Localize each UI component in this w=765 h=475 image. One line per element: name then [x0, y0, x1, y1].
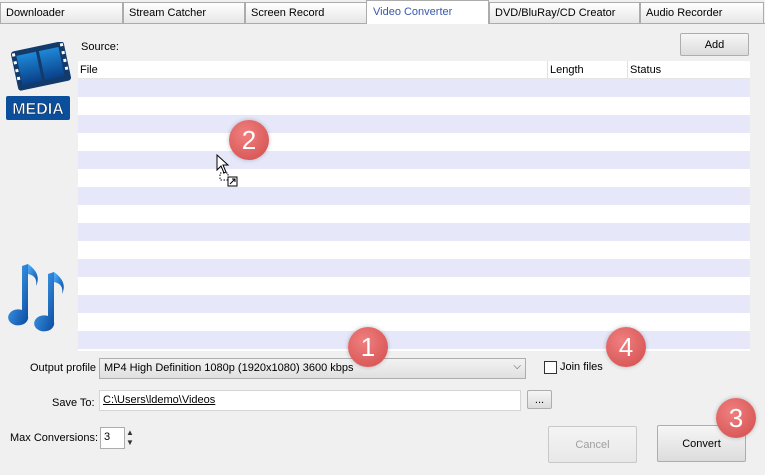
save-to-path-field[interactable]: C:\Users\ldemo\Videos: [99, 390, 521, 411]
max-conversions-label: Max Conversions:: [10, 432, 99, 444]
file-list-header: File Length Status: [78, 61, 750, 79]
output-profile-label: Output profile: [30, 362, 97, 374]
tab-screen-record[interactable]: Screen Record: [245, 2, 367, 23]
tab-label: Downloader: [6, 7, 65, 19]
output-profile-select[interactable]: MP4 High Definition 1080p (1920x1080) 36…: [99, 358, 526, 379]
source-file-list[interactable]: File Length Status: [78, 61, 750, 351]
tab-audio-recorder[interactable]: Audio Recorder: [640, 2, 764, 23]
column-file[interactable]: File: [78, 61, 548, 79]
list-item: [78, 79, 750, 97]
output-profile-value: MP4 High Definition 1080p (1920x1080) 36…: [104, 362, 354, 374]
list-item: [78, 223, 750, 241]
chevron-down-icon: ⌵: [513, 361, 521, 372]
list-item: [78, 313, 750, 331]
tab-label: Audio Recorder: [646, 7, 723, 19]
add-button[interactable]: Add: [680, 33, 749, 56]
list-item: [78, 205, 750, 223]
join-files-label[interactable]: Join files: [560, 361, 603, 373]
join-files-checkbox[interactable]: [544, 361, 557, 374]
tab-stream-catcher[interactable]: Stream Catcher: [123, 2, 245, 23]
list-item: [78, 331, 750, 349]
step-badge-3: 3: [716, 398, 756, 438]
tab-label: Screen Record: [251, 7, 325, 19]
list-item: [78, 133, 750, 151]
list-item: [78, 277, 750, 295]
step-badge-1: 1: [348, 327, 388, 367]
media-logo-icon: MEDIA: [4, 41, 72, 126]
list-item: [78, 295, 750, 313]
music-notes-icon: [2, 256, 74, 336]
list-item: [78, 187, 750, 205]
column-length[interactable]: Length: [548, 61, 628, 79]
drag-copy-cursor-icon: [216, 153, 238, 188]
step-badge-2: 2: [229, 120, 269, 160]
list-item: [78, 151, 750, 169]
list-item: [78, 169, 750, 187]
source-label: Source:: [81, 41, 119, 53]
file-list-rows: [78, 79, 750, 349]
chevron-down-icon[interactable]: ▼: [126, 438, 136, 448]
tab-label: Stream Catcher: [129, 7, 207, 19]
list-item: [78, 259, 750, 277]
list-item: [78, 241, 750, 259]
max-conversions-stepper[interactable]: ▲ ▼: [126, 428, 136, 450]
cancel-button[interactable]: Cancel: [548, 426, 637, 463]
max-conversions-input[interactable]: 3: [100, 427, 125, 449]
list-item: [78, 97, 750, 115]
column-status[interactable]: Status: [628, 61, 750, 79]
list-item: [78, 115, 750, 133]
step-badge-4: 4: [606, 327, 646, 367]
max-conversions-value: 3: [104, 431, 111, 443]
save-to-label: Save To:: [52, 397, 95, 409]
browse-button[interactable]: ...: [527, 390, 552, 409]
tab-video-converter[interactable]: Video Converter: [366, 0, 489, 24]
tab-downloader[interactable]: Downloader: [0, 2, 123, 23]
save-to-path-value: C:\Users\ldemo\Videos: [103, 394, 216, 406]
tab-label: DVD/BluRay/CD Creator: [495, 7, 616, 19]
tab-label: Video Converter: [373, 6, 453, 18]
tab-bar: Downloader Stream Catcher Screen Record …: [0, 0, 765, 24]
video-converter-panel: MEDIA Source: Add File Length Status Out…: [0, 23, 765, 475]
tab-dvd-bluray-cd-creator[interactable]: DVD/BluRay/CD Creator: [489, 2, 640, 23]
chevron-up-icon[interactable]: ▲: [126, 428, 136, 438]
media-logo-text: MEDIA: [12, 101, 64, 118]
